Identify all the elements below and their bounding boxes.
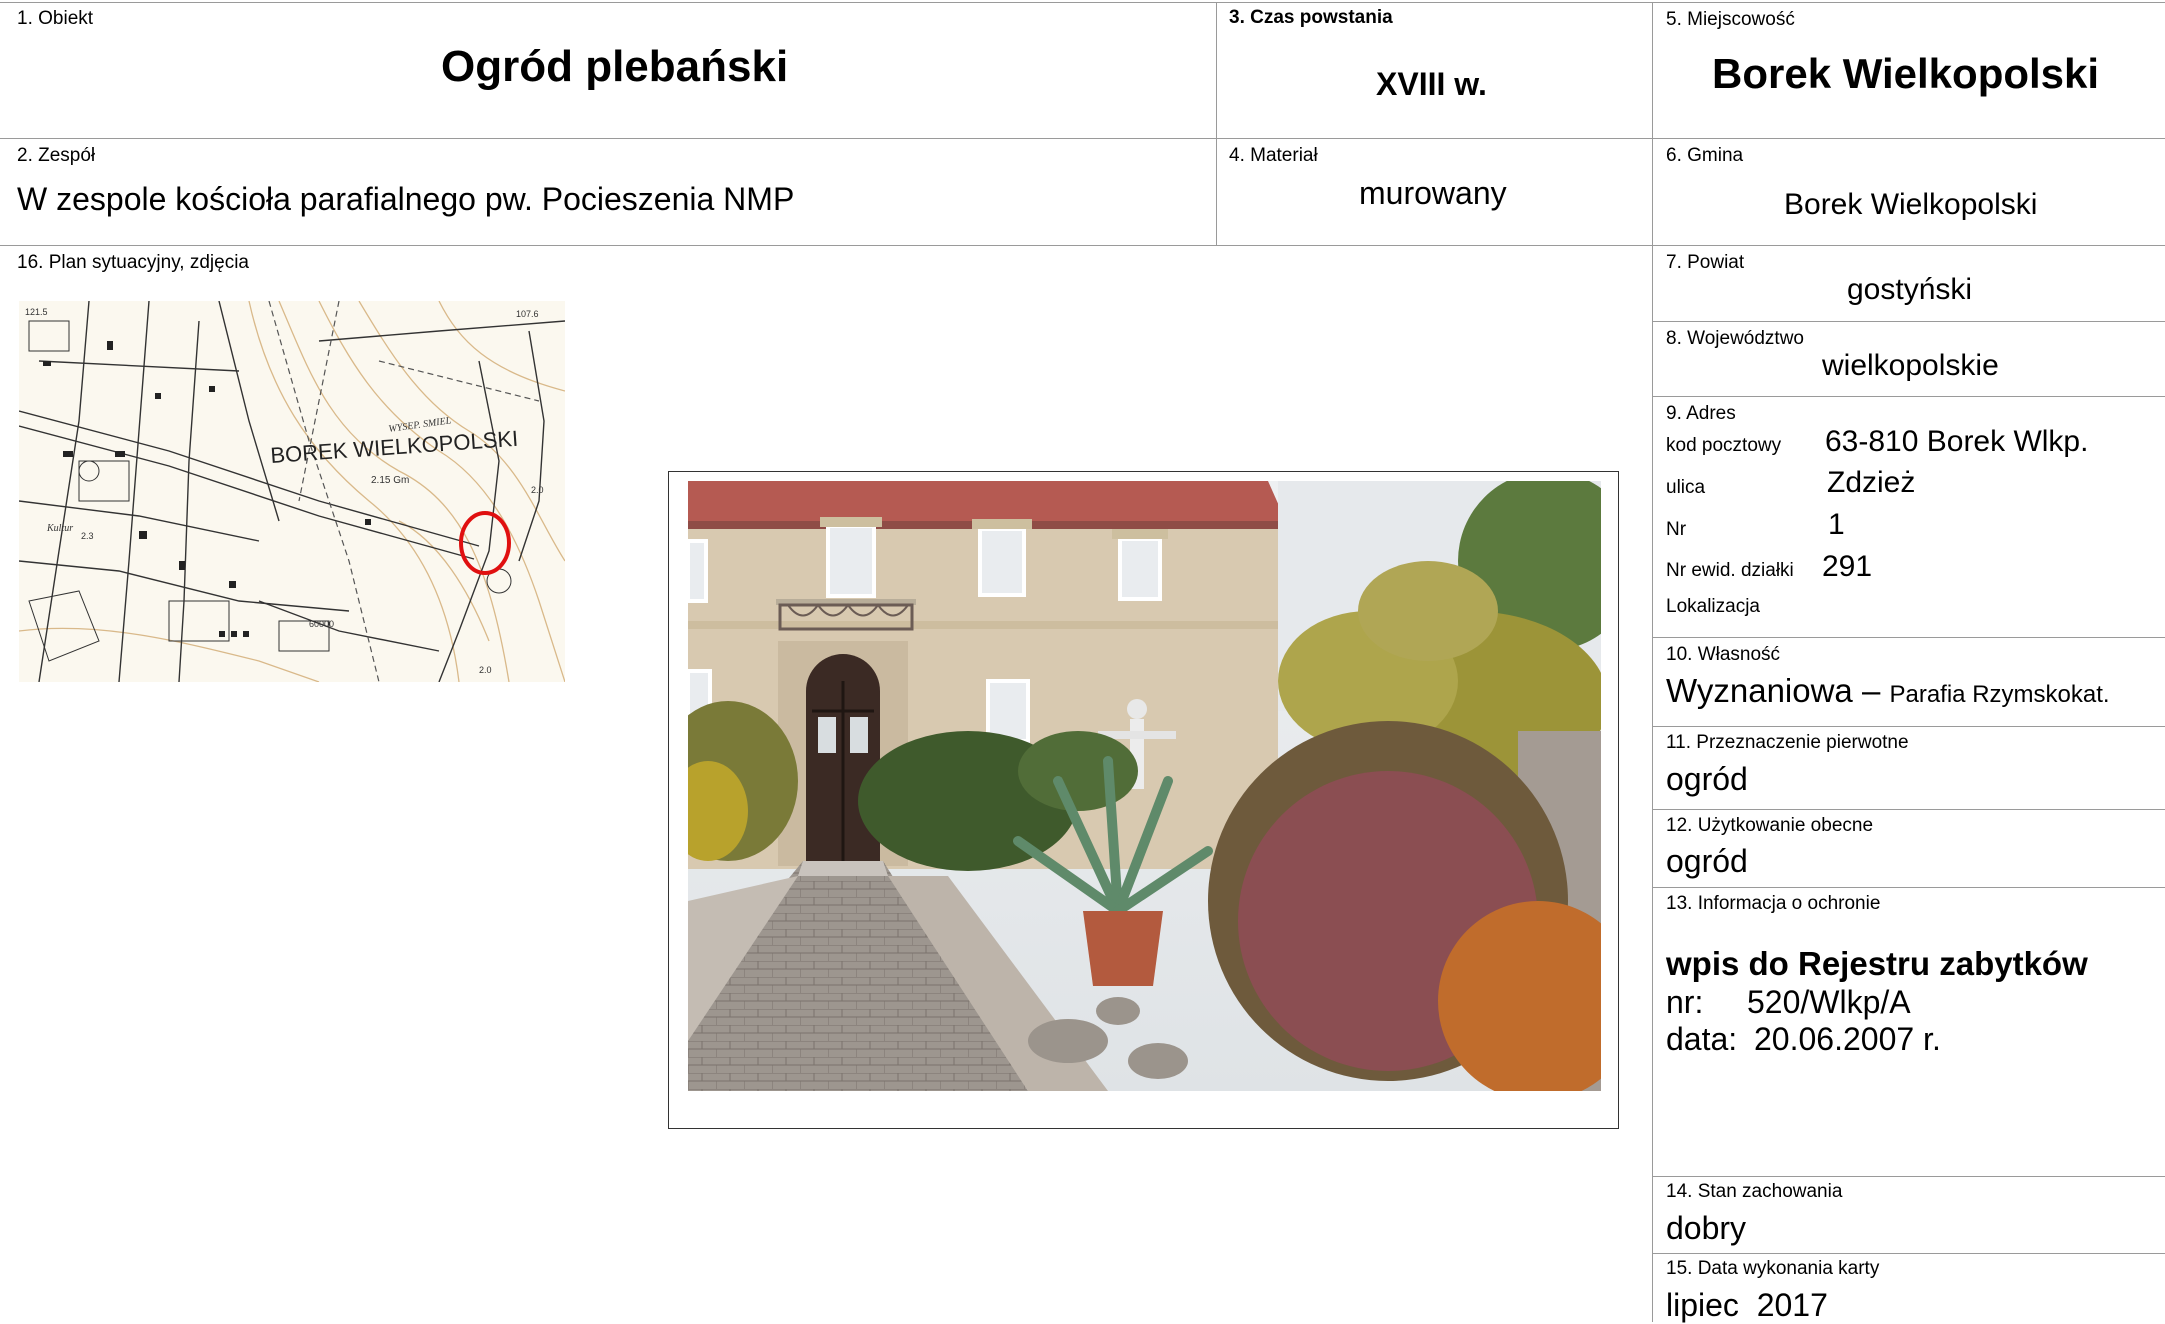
- row-divider: [1652, 321, 2165, 322]
- nr-label: Nr: [1666, 519, 1687, 540]
- monument-record-card: 1. Obiekt Ogród plebański 3. Czas powsta…: [0, 0, 2165, 1323]
- field-label-gmina: 6. Gmina: [1666, 145, 1744, 166]
- map-number: 60000: [309, 619, 334, 629]
- ochrona-nr-label: nr:: [1666, 984, 1704, 1020]
- column-divider: [1216, 2, 1217, 245]
- map-number: 2.15 Gm: [371, 475, 409, 486]
- obiekt-value: Ogród plebański: [441, 42, 789, 91]
- field-label-zespol: 2. Zespół: [17, 145, 96, 166]
- field-label-miejscowosc: 5. Miejscowość: [1666, 9, 1795, 30]
- row-divider: [0, 245, 2165, 246]
- gmina-value: Borek Wielkopolski: [1784, 188, 2038, 221]
- uzytkowanie-value: ogród: [1666, 843, 1748, 879]
- zespol-value: W zespole kościoła parafialnego pw. Poci…: [17, 181, 795, 217]
- przeznaczenie-value: ogród: [1666, 761, 1748, 797]
- map-number: 121.5: [25, 307, 48, 317]
- ochrona-nr-value: 520/Wlkp/A: [1747, 984, 1911, 1020]
- map-number: 2.3: [81, 531, 94, 541]
- row-divider: [1652, 726, 2165, 727]
- field-label-stan: 14. Stan zachowania: [1666, 1181, 1843, 1202]
- row-divider: [1652, 396, 2165, 397]
- garden-photo-drawing: [688, 481, 1601, 1091]
- kod-label: kod pocztowy: [1666, 435, 1782, 456]
- ulica-value: Zdzież: [1827, 466, 1916, 499]
- dzialka-label: Nr ewid. działki: [1666, 560, 1794, 581]
- field-label-obiekt: 1. Obiekt: [17, 8, 94, 29]
- map-number: 2.0: [479, 665, 492, 675]
- field-label-ochrona: 13. Informacja o ochronie: [1666, 893, 1881, 914]
- powiat-value: gostyński: [1847, 273, 1973, 306]
- kod-value: 63-810 Borek Wlkp.: [1825, 425, 2089, 458]
- material-value: murowany: [1359, 175, 1507, 211]
- map-number: 107.6: [516, 309, 539, 319]
- ochrona-data-label: data:: [1666, 1021, 1738, 1057]
- wlasnosc-main: Wyznaniowa –: [1666, 672, 1881, 709]
- ochrona-data-value: 20.06.2007 r.: [1754, 1021, 1941, 1057]
- column-divider: [1652, 2, 1653, 1322]
- field-label-adres: 9. Adres: [1666, 403, 1736, 424]
- field-label-material: 4. Materiał: [1229, 145, 1318, 166]
- miejscowosc-value: Borek Wielkopolski: [1712, 50, 2100, 97]
- stan-value: dobry: [1666, 1210, 1747, 1246]
- wlasnosc-sub: Parafia Rzymskokat.: [1889, 681, 2110, 708]
- map-drawing: BOREK WIELKOPOLSKI 121.5 107.6 2.15 Gm 2…: [19, 301, 565, 682]
- dzialka-value: 291: [1822, 550, 1873, 583]
- row-divider: [1652, 637, 2165, 638]
- field-label-uzytkowanie: 12. Użytkowanie obecne: [1666, 815, 1874, 836]
- row-divider: [1652, 1253, 2165, 1254]
- nr-value: 1: [1828, 508, 1845, 541]
- field-label-data-karty: 15. Data wykonania karty: [1666, 1258, 1880, 1279]
- field-label-wlasnosc: 10. Własność: [1666, 644, 1781, 665]
- top-border: [0, 2, 2165, 3]
- field-label-czas: 3. Czas powstania: [1229, 7, 1393, 28]
- lokalizacja-label: Lokalizacja: [1666, 596, 1760, 617]
- map-label: Kultur: [46, 523, 73, 534]
- field-label-wojewodztwo: 8. Województwo: [1666, 328, 1804, 349]
- czas-value: XVIII w.: [1376, 66, 1487, 102]
- ulica-label: ulica: [1666, 477, 1706, 498]
- row-divider: [0, 138, 2165, 139]
- data-karty-value: lipiec 2017: [1666, 1287, 1828, 1323]
- field-label-przeznaczenie: 11. Przeznaczenie pierwotne: [1666, 732, 1909, 753]
- situation-map: BOREK WIELKOPOLSKI 121.5 107.6 2.15 Gm 2…: [19, 301, 565, 682]
- field-label-powiat: 7. Powiat: [1666, 252, 1745, 273]
- field-label-plan: 16. Plan sytuacyjny, zdjęcia: [17, 252, 249, 273]
- row-divider: [1652, 809, 2165, 810]
- row-divider: [1652, 1176, 2165, 1177]
- map-number: 2.0: [531, 485, 544, 495]
- garden-photo: [688, 481, 1601, 1091]
- row-divider: [1652, 887, 2165, 888]
- wlasnosc-value: Wyznaniowa – Parafia Rzymskokat.: [1666, 672, 2110, 710]
- wojewodztwo-value: wielkopolskie: [1822, 349, 1999, 382]
- ochrona-register: wpis do Rejestru zabytków: [1666, 945, 2088, 982]
